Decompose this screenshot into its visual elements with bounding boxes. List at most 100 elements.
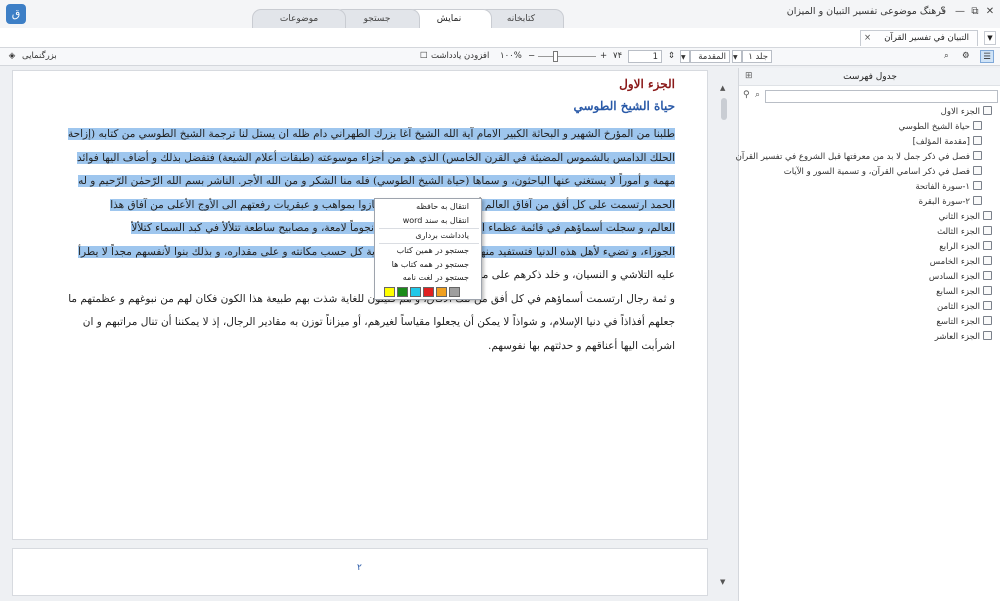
page-icon [973,151,982,160]
scroll-up-icon[interactable]: ▲ [720,84,725,92]
page-stepper-icon[interactable]: ⇕ [668,50,675,63]
document-pane: الجزء الاول حياة الشيخ الطوسي طلبنا من ا… [12,70,708,540]
toc-search-icon[interactable]: ⌕ [755,90,760,100]
text-line: جعلهم أفذاذاً في دنيا الإسلام، و شواذاً … [82,316,675,328]
tag-icon [983,241,992,250]
tag-icon [983,286,992,295]
menu-item-send-to-word[interactable]: انتقال به سند word [375,214,481,228]
highlight-color-red[interactable] [423,287,434,297]
zoom-level: ۱۰۰% [500,51,522,61]
toc-item[interactable]: الجزء الرابع [939,240,992,254]
tag-icon [973,121,982,130]
toc-item[interactable]: الجزء السابع [936,285,992,299]
menu-item-copy-to-clipboard[interactable]: انتقال به حافظه [375,200,481,214]
help-icon[interactable]: ؟ [937,5,949,19]
paragraph-text: طلبنا من المؤرخ الشهير و البحاثة الكبير … [55,123,675,358]
toc-item[interactable]: فصل في ذكر جمل لا بد من معرفتها قبل الشر… [736,150,982,164]
document-tab[interactable]: التبيان في تفسير القرآن × [860,30,978,46]
tab-topics[interactable]: موضوعات [252,9,346,28]
title-bar: ق کتابخانه نمایش جستجو موضوعات فرهنگ موض… [0,0,1000,29]
enlarge-label[interactable]: بزرگنمایی [22,50,57,63]
toc-item[interactable]: حياة الشيخ الطوسي [899,120,982,134]
layers-icon[interactable]: ◈ [6,50,18,63]
zoom-slider-thumb[interactable] [553,51,558,62]
tabs-dropdown-button[interactable]: ▼ [984,31,996,45]
close-tab-icon[interactable]: × [864,31,871,46]
context-menu: انتقال به حافظه انتقال به سند word یاددا… [374,198,482,300]
add-note-button[interactable]: افزودن یادداشت [431,50,489,63]
menu-item-search-all-books[interactable]: جستجو در همه کتاب ها [375,258,481,272]
toc-item[interactable]: الجزء الخامس [930,255,992,269]
book-icon [983,106,992,115]
zoom-slider-track[interactable] [538,56,596,57]
close-button[interactable]: ✕ [984,5,996,19]
tag-icon [973,181,982,190]
tag-icon [983,226,992,235]
minimize-button[interactable]: — [954,5,966,19]
toc-item[interactable]: الجزء الثالث [937,225,992,239]
zoom-out-button[interactable]: − [528,50,535,63]
toc-item[interactable]: الجزء الاول [941,105,992,119]
text-line: اشرأبت اليها أعناقهم و حدثتهم بها نفوسهم… [488,339,675,352]
tag-icon [983,331,992,340]
toc-search-options-icon[interactable]: ⚲ [743,90,750,100]
scroll-down-icon[interactable]: ▼ [720,578,725,586]
toc-item[interactable]: الجزء السادس [929,270,992,284]
add-note-checkbox[interactable]: ☐ [420,50,428,63]
document-tab-label: التبيان في تفسير القرآن [884,33,969,43]
toc-item[interactable]: ۲-سورة البقرة [919,195,982,209]
tag-icon [973,196,982,205]
toc-pane: ⊞ جدول فهرست ⚲ ⌕ الجزء الاول حياة الشيخ … [736,68,1000,601]
toc-header: ⊞ جدول فهرست [739,68,1000,86]
page-total: ۷۴ [613,51,623,61]
toc-item[interactable]: الجزء العاشر [935,330,992,344]
highlight-color-gray[interactable] [449,287,460,297]
toc-item[interactable]: ۱-سورة الفاتحة [915,180,982,194]
tag-icon [983,271,992,280]
search-icon[interactable]: ⌕ [944,50,949,63]
highlight-color-orange[interactable] [436,287,447,297]
toc-item[interactable]: فصل في ذكر اسامي القرآن، و تسمية السور و… [784,165,982,179]
menu-item-take-note[interactable]: یادداشت برداری [375,229,481,243]
toolbar: ◈ بزرگنمایی ☐ افزودن یادداشت ۱۰۰% − + ۷۴… [0,48,1000,66]
section-heading: حياة الشيخ الطوسي [573,99,676,113]
volume-dropdown-arrow[interactable]: ▼ [732,50,742,63]
page-number: ۲ [357,563,362,573]
vertical-scrollbar[interactable]: ▲ ▼ [718,84,730,590]
toc-search-input[interactable] [765,90,998,103]
toc-item[interactable]: الجزء التاسع [936,315,992,329]
highlight-color-green[interactable] [397,287,408,297]
page-icon [973,136,982,145]
text-line: مهمة و أموراً لا يستغني عنها الباحثون، و… [78,175,675,187]
text-line: طلبنا من المؤرخ الشهير و البحاثة الكبير … [68,128,675,140]
toc-item[interactable]: [مقدمة المؤلف] [913,135,982,149]
section-select[interactable]: المقدمة [690,50,730,63]
document-tab-row: التبيان في تفسير القرآن × ▼ [0,28,1000,48]
text-line: و ثمة رجال ارتسمت أسماؤهم في كل أفق من ت… [68,292,675,305]
scrollbar-thumb[interactable] [721,98,727,120]
toc-item[interactable]: الجزء الثامن [937,300,992,314]
text-line: الحلك الدامس بالشموس المضيئة في القرن ال… [76,151,675,164]
tag-icon [983,301,992,310]
chapter-heading: الجزء الاول [619,77,675,91]
toc-title: جدول فهرست [843,72,897,82]
section-dropdown-arrow[interactable]: ▼ [680,50,690,63]
list-view-icon[interactable]: ☰ [980,50,994,63]
page-footer-pane: ۲ [12,548,708,596]
tab-search[interactable]: جستجو [334,9,420,28]
app-logo-icon: ق [6,4,26,24]
volume-select[interactable]: جلد ۱ [742,50,772,63]
gear-icon[interactable]: ⚙ [962,50,970,63]
restore-button[interactable]: ⧉ [969,5,981,19]
page-input[interactable]: 1 [628,50,662,63]
tag-icon [983,316,992,325]
tag-icon [983,211,992,220]
highlight-color-yellow[interactable] [384,287,395,297]
toc-item[interactable]: الجزء الثاني [939,210,992,224]
highlight-color-cyan[interactable] [410,287,421,297]
app-title: فرهنگ موضوعی تفسیر التبیان و المیزان [786,6,946,17]
zoom-in-button[interactable]: + [600,50,607,63]
menu-item-search-this-book[interactable]: جستجو در همین کتاب [375,244,481,258]
menu-item-search-dictionary[interactable]: جستجو در لغت نامه [375,271,481,285]
tag-icon [983,256,992,265]
